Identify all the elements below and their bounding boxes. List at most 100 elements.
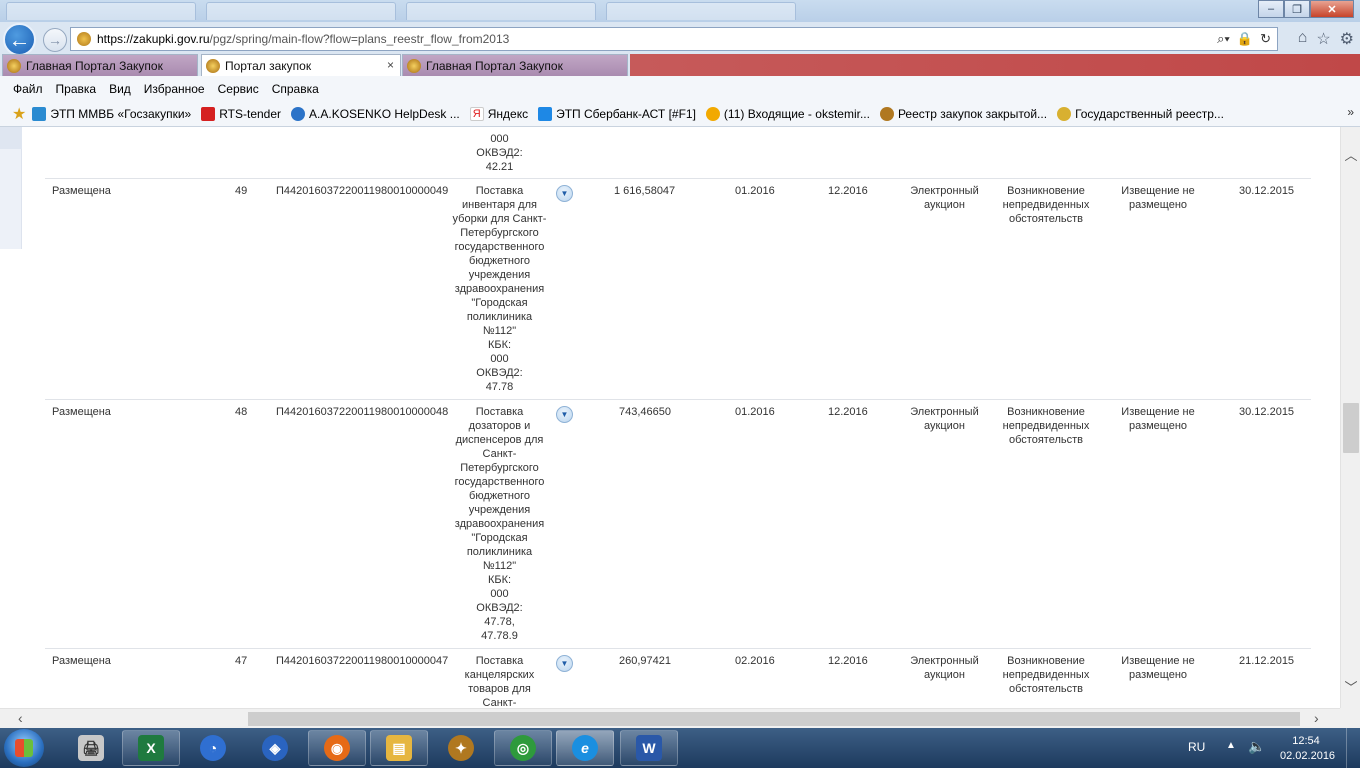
text-line: учреждения — [468, 269, 531, 281]
emblem-app-icon: ✦ — [448, 735, 474, 761]
horizontal-scroll-thumb[interactable] — [248, 712, 1300, 726]
emblem-icon — [879, 106, 894, 121]
text-line: уборки для Санкт- — [452, 213, 547, 225]
vertical-scrollbar[interactable]: ︿ ﹀ — [1340, 127, 1360, 708]
amount-cell: 743,46650 — [619, 406, 671, 418]
text-line: учреждения — [468, 504, 531, 516]
method-cell: Электронный аукцион — [902, 654, 987, 682]
number-cell: 48 — [235, 406, 248, 418]
tab-1[interactable]: Главная Портал Закупок — [2, 54, 198, 76]
fav-yandex[interactable]: Я Яндекс — [469, 106, 529, 121]
address-bar[interactable]: https://zakupki.gov.ru/pgz/spring/main-f… — [70, 27, 1278, 51]
menu-edit[interactable]: Правка — [56, 82, 97, 96]
notice-cell: Извещение не размещено — [1113, 654, 1203, 682]
text-line: поликлиника — [466, 546, 533, 558]
taskbar-word[interactable]: W — [620, 730, 678, 766]
page-content: 000 ОКВЭД2: 42.21 Размещена 49 П44201603… — [0, 127, 1340, 708]
text-line: бюджетного — [469, 255, 530, 267]
minimize-button[interactable]: – — [1258, 0, 1284, 18]
fav-mail[interactable]: (11) Входящие - okstemir... — [705, 106, 870, 121]
row-divider — [45, 648, 1311, 649]
mmvb-icon — [32, 106, 47, 121]
menu-view[interactable]: Вид — [109, 82, 131, 96]
plan-code-link[interactable]: П442016037220011980010000047 — [276, 654, 448, 668]
favorites-add-icon[interactable]: ★ — [12, 104, 26, 124]
scroll-left-icon[interactable]: ‹ — [18, 710, 23, 726]
back-button[interactable]: ← — [3, 23, 36, 56]
clock[interactable]: 12:54 02.02.2016 — [1280, 734, 1335, 764]
fav-helpdesk[interactable]: А.А.KOSENKO HelpDesk ... — [291, 106, 460, 121]
text-line: Возникновение — [1007, 406, 1085, 418]
show-desktop-button[interactable] — [1346, 728, 1360, 768]
taskbar-explorer[interactable]: ▤ — [370, 730, 428, 766]
favorites-star-icon[interactable]: ☆ — [1316, 29, 1330, 49]
close-window-button[interactable]: ✕ — [1310, 0, 1354, 18]
refresh-icon[interactable]: ↻ — [1260, 31, 1271, 47]
text-line: Электронный — [910, 185, 979, 197]
tab-2-active[interactable]: Портал закупок × — [201, 54, 401, 76]
notice-cell: Извещение не размещено — [1113, 405, 1203, 433]
url-text[interactable]: https://zakupki.gov.ru/pgz/spring/main-f… — [97, 32, 509, 46]
horizontal-scrollbar[interactable]: ‹ › — [0, 708, 1340, 728]
text-line: Санкт- — [482, 448, 517, 460]
home-icon[interactable]: ⌂ — [1298, 29, 1308, 49]
fav-mmvb[interactable]: ЭТП ММВБ «Госзакупки» — [32, 106, 191, 121]
gear-icon[interactable]: ⚙ — [1340, 29, 1354, 49]
taskbar-app-2[interactable]: ◈ — [246, 730, 304, 766]
amount-cell: 260,97421 — [619, 655, 671, 667]
menu-favorites[interactable]: Избранное — [144, 82, 205, 96]
menu-help[interactable]: Справка — [272, 82, 319, 96]
taskbar-excel[interactable]: X — [122, 730, 180, 766]
taskbar-app-1[interactable]: ◔ — [184, 730, 242, 766]
site-emblem-icon — [7, 58, 21, 73]
close-tab-icon[interactable]: × — [387, 58, 394, 72]
lock-icon[interactable]: 🔒 — [1237, 31, 1253, 47]
taskbar-firefox[interactable]: ◉ — [308, 730, 366, 766]
favbar-more-icon[interactable]: » — [1347, 105, 1354, 119]
tab-3[interactable]: Главная Портал Закупок — [402, 54, 628, 76]
date-cell: 21.12.2015 — [1239, 655, 1295, 667]
tab-label: Портал закупок — [225, 58, 312, 73]
firefox-app-icon: ◉ — [324, 735, 350, 761]
fav-reestr-zakupok[interactable]: Реестр закупок закрытой... — [879, 106, 1047, 121]
plan-code-link[interactable]: П442016037220011980010000049 — [276, 184, 448, 198]
text-line: обстоятельств — [1009, 683, 1083, 695]
text-line: №112" — [482, 560, 517, 572]
text-line: КБК: — [487, 339, 512, 351]
plan-code-link[interactable]: П442016037220011980010000048 — [276, 405, 448, 419]
taskbar-printer[interactable]: 🖨 — [62, 730, 120, 766]
fav-gos-reestr[interactable]: Государственный реестр... — [1057, 106, 1224, 121]
restore-button[interactable]: ❐ — [1284, 0, 1310, 18]
menu-tools[interactable]: Сервис — [218, 82, 259, 96]
expand-dropdown-icon[interactable]: ▼ — [556, 185, 573, 202]
number-cell: 47 — [235, 655, 248, 667]
fav-label: Государственный реестр... — [1075, 106, 1224, 121]
menu-file[interactable]: Файл — [13, 82, 43, 96]
start-button[interactable] — [4, 729, 44, 767]
language-indicator[interactable]: RU — [1188, 740, 1205, 754]
text-line: "Городская — [471, 532, 528, 544]
volume-icon[interactable]: 🔈 — [1248, 738, 1265, 755]
ie-page-icon — [538, 106, 553, 121]
text-line: Возникновение — [1007, 185, 1085, 197]
taskbar-ie-active[interactable]: e — [556, 730, 614, 766]
fav-rts[interactable]: RTS-tender — [201, 106, 281, 121]
text-line: 47.78.9 — [481, 630, 518, 642]
vertical-scroll-thumb[interactable] — [1343, 403, 1359, 453]
text-line: Поставка — [475, 655, 524, 667]
expand-dropdown-icon[interactable]: ▼ — [556, 655, 573, 672]
taskbar-emblem[interactable]: ✦ — [432, 730, 490, 766]
taskbar-chrome[interactable]: ◎ — [494, 730, 552, 766]
site-emblem-icon — [206, 58, 220, 73]
fav-label: Яндекс — [487, 106, 529, 121]
text-line: государственного — [454, 241, 545, 253]
forward-button[interactable]: → — [43, 28, 67, 52]
expand-dropdown-icon[interactable]: ▼ — [556, 406, 573, 423]
chrome-app-icon: ◎ — [510, 735, 536, 761]
scroll-up-icon[interactable]: ︿ — [1343, 145, 1359, 163]
tray-expand-icon[interactable]: ▲ — [1226, 740, 1236, 751]
scroll-right-icon[interactable]: › — [1314, 710, 1319, 726]
fav-sberbank[interactable]: ЭТП Сбербанк-АСТ [#F1] — [538, 106, 696, 121]
search-icon[interactable]: ⌕▾ — [1217, 31, 1230, 47]
scroll-down-icon[interactable]: ﹀ — [1343, 677, 1359, 695]
